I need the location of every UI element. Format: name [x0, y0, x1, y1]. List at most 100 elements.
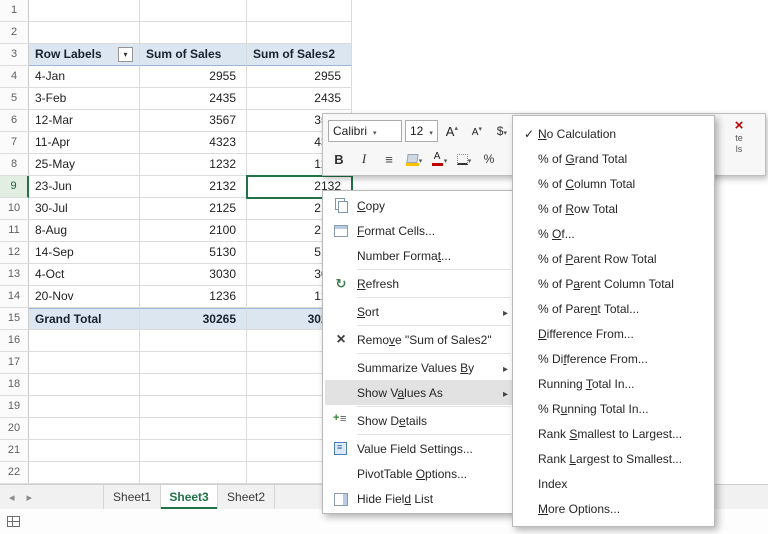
row-header-22[interactable]: 22: [0, 462, 29, 484]
pivot-sales-cell[interactable]: 2955: [140, 66, 247, 88]
fill-color-button[interactable]: [403, 148, 425, 170]
row-header-2[interactable]: 2: [0, 22, 29, 44]
submenu-item-percent-of-grand-total[interactable]: % of Grand Total: [515, 146, 712, 171]
submenu-item-percent-of-parent-total[interactable]: % of Parent Total...: [515, 296, 712, 321]
menu-item-format-cells[interactable]: Format Cells...: [325, 218, 514, 243]
pivot-sales2-cell[interactable]: 2955: [247, 66, 352, 88]
pivot-row-label-cell[interactable]: 4-Jan: [29, 66, 140, 88]
pivot-header-cell-sum-of-sales2[interactable]: Sum of Sales2: [247, 44, 352, 66]
submenu-item-index[interactable]: Index: [515, 471, 712, 496]
pivot-grand-total-sales-cell[interactable]: 30265: [140, 308, 247, 330]
row-header-11[interactable]: 11: [0, 220, 29, 242]
submenu-item-difference-from[interactable]: Difference From...: [515, 321, 712, 346]
empty-cell[interactable]: [247, 0, 352, 22]
tab-scroll-left-icon[interactable]: [9, 490, 15, 504]
pivot-row-label-cell[interactable]: 23-Jun: [29, 176, 140, 198]
row-header-21[interactable]: 21: [0, 440, 29, 462]
pivot-header-cell-row-labels[interactable]: Row Labels: [29, 44, 140, 66]
submenu-item-rank-smallest-to-largest[interactable]: Rank Smallest to Largest...: [515, 421, 712, 446]
pivot-grand-total-label-cell[interactable]: Grand Total: [29, 308, 140, 330]
empty-cell[interactable]: [140, 352, 247, 374]
menu-item-summarize-values-by[interactable]: Summarize Values By: [325, 355, 514, 380]
pivot-header-cell-sum-of-sales[interactable]: Sum of Sales: [140, 44, 247, 66]
row-header-12[interactable]: 12: [0, 242, 29, 264]
empty-cell[interactable]: [29, 330, 140, 352]
row-header-6[interactable]: 6: [0, 110, 29, 132]
row-header-13[interactable]: 13: [0, 264, 29, 286]
toolbar-overflow-button[interactable]: te ls: [717, 119, 761, 155]
empty-cell[interactable]: [29, 352, 140, 374]
row-header-18[interactable]: 18: [0, 374, 29, 396]
empty-cell[interactable]: [29, 0, 140, 22]
italic-button[interactable]: I: [353, 148, 375, 170]
pivot-row-label-cell[interactable]: 12-Mar: [29, 110, 140, 132]
pivot-row-label-cell[interactable]: 14-Sep: [29, 242, 140, 264]
tab-sheet3[interactable]: Sheet3: [161, 485, 219, 509]
submenu-item-percent-of-column-total[interactable]: % of Column Total: [515, 171, 712, 196]
empty-cell[interactable]: [29, 418, 140, 440]
submenu-item-percent-of[interactable]: % Of...: [515, 221, 712, 246]
menu-item-show-details[interactable]: Show Details: [325, 408, 514, 433]
tab-scroll-right-icon[interactable]: [27, 490, 33, 504]
row-header-4[interactable]: 4: [0, 66, 29, 88]
menu-item-show-values-as[interactable]: Show Values As: [325, 380, 514, 405]
pivot-row-label-cell[interactable]: 20-Nov: [29, 286, 140, 308]
borders-button[interactable]: [453, 148, 475, 170]
empty-cell[interactable]: [140, 462, 247, 484]
pivot-row-label-cell[interactable]: 11-Apr: [29, 132, 140, 154]
submenu-item-percent-of-parent-column-total[interactable]: % of Parent Column Total: [515, 271, 712, 296]
row-header-3[interactable]: 3: [0, 44, 29, 66]
font-color-button[interactable]: [428, 148, 450, 170]
menu-item-remove-sum-of-sales2[interactable]: Remove "Sum of Sales2": [325, 327, 514, 352]
percent-style-button[interactable]: %: [478, 148, 500, 170]
pivot-row-label-cell[interactable]: 8-Aug: [29, 220, 140, 242]
tab-sheet1[interactable]: Sheet1: [104, 485, 162, 509]
pivot-sales-cell[interactable]: 4323: [140, 132, 247, 154]
pivot-row-label-cell[interactable]: 3-Feb: [29, 88, 140, 110]
pivot-row-label-cell[interactable]: 4-Oct: [29, 264, 140, 286]
submenu-item-percent-of-parent-row-total[interactable]: % of Parent Row Total: [515, 246, 712, 271]
empty-cell[interactable]: [140, 330, 247, 352]
center-align-button[interactable]: ≡: [378, 148, 400, 170]
font-size-select[interactable]: 12: [405, 120, 438, 142]
pivot-sales-cell[interactable]: 5130: [140, 242, 247, 264]
submenu-item-rank-largest-to-smallest[interactable]: Rank Largest to Smallest...: [515, 446, 712, 471]
pivot-sales-cell[interactable]: 2435: [140, 88, 247, 110]
menu-item-refresh[interactable]: Refresh: [325, 271, 514, 296]
submenu-item-percent-of-row-total[interactable]: % of Row Total: [515, 196, 712, 221]
row-header-20[interactable]: 20: [0, 418, 29, 440]
menu-item-value-field-settings[interactable]: Value Field Settings...: [325, 436, 514, 461]
row-header-9[interactable]: 9: [0, 176, 29, 198]
empty-cell[interactable]: [29, 462, 140, 484]
row-header-10[interactable]: 10: [0, 198, 29, 220]
pivot-row-label-cell[interactable]: 25-May: [29, 154, 140, 176]
pivot-sales-cell[interactable]: 3567: [140, 110, 247, 132]
row-header-1[interactable]: 1: [0, 0, 29, 22]
pivot-sales-cell[interactable]: 2100: [140, 220, 247, 242]
bold-button[interactable]: B: [328, 148, 350, 170]
pivot-sales-cell[interactable]: 1236: [140, 286, 247, 308]
pivot-sales-cell[interactable]: 2125: [140, 198, 247, 220]
empty-cell[interactable]: [140, 0, 247, 22]
pivot-sales2-cell[interactable]: 2435: [247, 88, 352, 110]
row-header-19[interactable]: 19: [0, 396, 29, 418]
pivot-row-label-cell[interactable]: 30-Jul: [29, 198, 140, 220]
empty-cell[interactable]: [140, 418, 247, 440]
empty-cell[interactable]: [29, 374, 140, 396]
submenu-item-running-total-in[interactable]: Running Total In...: [515, 371, 712, 396]
menu-item-number-format[interactable]: Number Format...: [325, 243, 514, 268]
submenu-item-percent-running-total-in[interactable]: % Running Total In...: [515, 396, 712, 421]
empty-cell[interactable]: [29, 22, 140, 44]
tab-sheet2[interactable]: Sheet2: [218, 485, 276, 509]
menu-item-sort[interactable]: Sort: [325, 299, 514, 324]
submenu-item-more-options[interactable]: More Options...: [515, 496, 712, 521]
row-labels-filter-button[interactable]: [118, 47, 133, 62]
row-header-15[interactable]: 15: [0, 308, 29, 330]
accounting-format-button[interactable]: $: [491, 120, 513, 142]
shrink-font-button[interactable]: [466, 120, 488, 142]
font-name-select[interactable]: Calibri: [328, 120, 402, 142]
pivot-sales-cell[interactable]: 3030: [140, 264, 247, 286]
pivot-sales-cell[interactable]: 1232: [140, 154, 247, 176]
row-header-5[interactable]: 5: [0, 88, 29, 110]
menu-item-copy[interactable]: Copy: [325, 193, 514, 218]
